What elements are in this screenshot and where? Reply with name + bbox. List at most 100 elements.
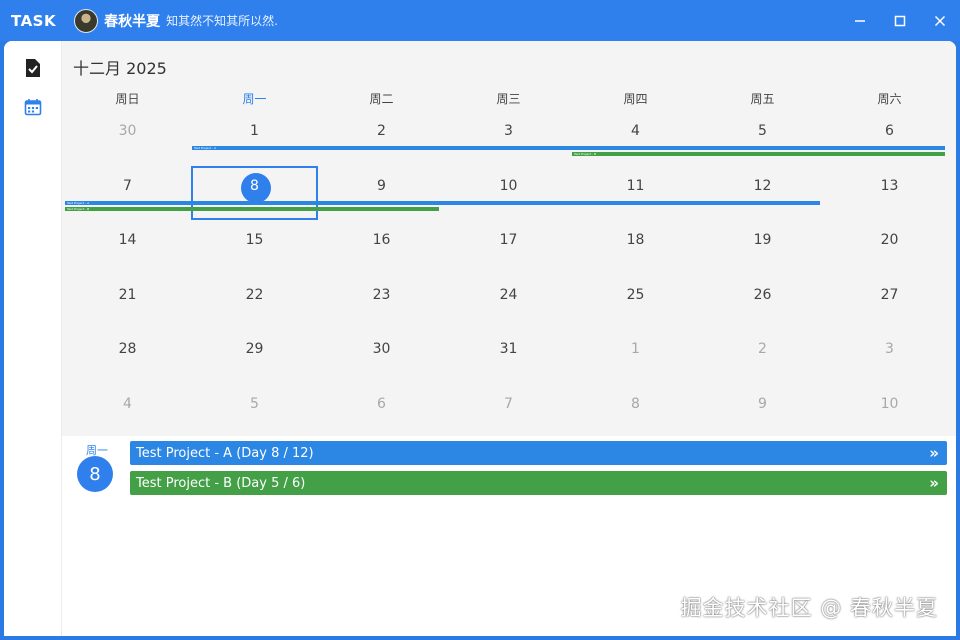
calendar-day[interactable]: 27: [826, 275, 953, 329]
day-number: 27: [880, 286, 899, 303]
sidebar-item-calendar[interactable]: [21, 95, 45, 119]
day-number: 2: [377, 123, 386, 139]
project-a-span-week1[interactable]: Test Project - A: [192, 146, 945, 150]
day-number: 5: [250, 395, 259, 412]
calendar-day[interactable]: 24: [445, 275, 572, 329]
day-number: 31: [499, 341, 518, 357]
day-number: 8: [631, 395, 640, 412]
close-button[interactable]: [920, 0, 960, 41]
calendar-day[interactable]: 6: [826, 111, 953, 165]
calendar-day[interactable]: 20: [826, 220, 953, 274]
calendar-day[interactable]: 21: [64, 275, 191, 329]
calendar-day[interactable]: 7: [445, 384, 572, 438]
weekday-header: 周一: [242, 92, 267, 106]
day-number: 4: [123, 395, 132, 412]
project-a-span-week2[interactable]: Test Project - A: [65, 201, 820, 205]
weekday-header: 周二: [369, 92, 394, 106]
calendar-day[interactable]: 6: [318, 384, 445, 438]
calendar-day[interactable]: 31: [445, 329, 572, 383]
weekday-header: 周四: [623, 92, 648, 106]
avatar[interactable]: [74, 8, 99, 33]
day-number: 5: [758, 123, 767, 139]
task-row-project-b[interactable]: Test Project - B (Day 5 / 6) »: [130, 471, 947, 495]
calendar-day[interactable]: 1: [191, 111, 318, 165]
task-check-icon: [26, 59, 40, 77]
calendar-day[interactable]: 22: [191, 275, 318, 329]
day-number: 8: [250, 177, 259, 194]
calendar-day[interactable]: 2: [318, 111, 445, 165]
calendar-day[interactable]: 10: [826, 384, 953, 438]
day-number: 15: [245, 232, 264, 248]
calendar-day[interactable]: 9: [318, 166, 445, 220]
calendar-day[interactable]: 29: [191, 329, 318, 383]
project-b-span-week2[interactable]: Test Project - B: [65, 207, 439, 211]
day-number: 11: [626, 177, 645, 194]
day-number: 22: [245, 286, 264, 303]
user-motto: 知其然不知其所以然.: [166, 14, 278, 28]
title-bar: TASK 春秋半夏 知其然不知其所以然.: [0, 0, 960, 41]
calendar-day[interactable]: 17: [445, 220, 572, 274]
weekday-header: 周六: [877, 92, 902, 106]
day-number: 9: [377, 177, 386, 194]
calendar-day[interactable]: 30: [318, 329, 445, 383]
calendar-day[interactable]: 12: [699, 166, 826, 220]
day-number: 1: [631, 341, 640, 357]
day-number: 23: [372, 286, 391, 303]
calendar-day[interactable]: 11: [572, 166, 699, 220]
day-number: 21: [118, 286, 137, 303]
maximize-button[interactable]: [880, 0, 920, 41]
calendar-day[interactable]: 8: [572, 384, 699, 438]
day-number: 14: [118, 232, 137, 248]
double-chevron-right-icon[interactable]: »: [929, 474, 939, 492]
calendar-day[interactable]: 4: [572, 111, 699, 165]
window-controls: [840, 0, 960, 41]
day-number: 13: [880, 177, 899, 194]
project-b-span-week1[interactable]: Test Project - B: [572, 152, 945, 156]
calendar-day[interactable]: 16: [318, 220, 445, 274]
minimize-button[interactable]: [840, 0, 880, 41]
day-number: 12: [753, 177, 772, 194]
calendar-day[interactable]: 23: [318, 275, 445, 329]
day-number: 3: [885, 341, 894, 357]
calendar-day[interactable]: 7: [64, 166, 191, 220]
day-number: 24: [499, 286, 518, 303]
weekday-header: 周五: [750, 92, 775, 106]
weekday-header: 周日: [115, 92, 140, 106]
sidebar-item-tasks[interactable]: [21, 56, 45, 80]
minimize-icon: [855, 19, 865, 22]
maximize-icon: [894, 15, 906, 26]
calendar-day[interactable]: 10: [445, 166, 572, 220]
day-number: 25: [626, 286, 645, 303]
calendar-day[interactable]: 13: [826, 166, 953, 220]
calendar-day[interactable]: 14: [64, 220, 191, 274]
calendar-day[interactable]: 15: [191, 220, 318, 274]
day-number: 6: [885, 123, 894, 139]
month-calendar: 十二月 2025 周日 周一 周二 周三 周四 周五 周六 30 1 2 3 4 5 6 7 8 9 10 11 1…: [62, 41, 956, 436]
calendar-day[interactable]: 3: [826, 329, 953, 383]
day-number: 26: [753, 286, 772, 303]
day-number: 7: [123, 177, 132, 194]
calendar-day-selected[interactable]: 8: [191, 165, 318, 220]
calendar-day[interactable]: 1: [572, 329, 699, 383]
calendar-day[interactable]: 2: [699, 329, 826, 383]
task-row-project-a[interactable]: Test Project - A (Day 8 / 12) »: [130, 441, 947, 465]
day-number: 30: [372, 341, 391, 357]
calendar-day[interactable]: 25: [572, 275, 699, 329]
calendar-day[interactable]: 26: [699, 275, 826, 329]
task-label: Test Project - A (Day 8 / 12): [136, 445, 314, 461]
calendar-day[interactable]: 5: [699, 111, 826, 165]
app-name: TASK: [11, 11, 57, 30]
calendar-day[interactable]: 9: [699, 384, 826, 438]
calendar-day[interactable]: 4: [64, 384, 191, 438]
task-label: Test Project - B (Day 5 / 6): [136, 475, 306, 491]
calendar-day[interactable]: 19: [699, 220, 826, 274]
day-number: 2: [758, 341, 767, 357]
calendar-day[interactable]: 18: [572, 220, 699, 274]
close-icon: [934, 15, 946, 26]
double-chevron-right-icon[interactable]: »: [929, 444, 939, 462]
calendar-day[interactable]: 30: [64, 111, 191, 165]
calendar-day[interactable]: 5: [191, 384, 318, 438]
calendar-day[interactable]: 3: [445, 111, 572, 165]
calendar-day[interactable]: 28: [64, 329, 191, 383]
day-number: 18: [626, 232, 645, 248]
